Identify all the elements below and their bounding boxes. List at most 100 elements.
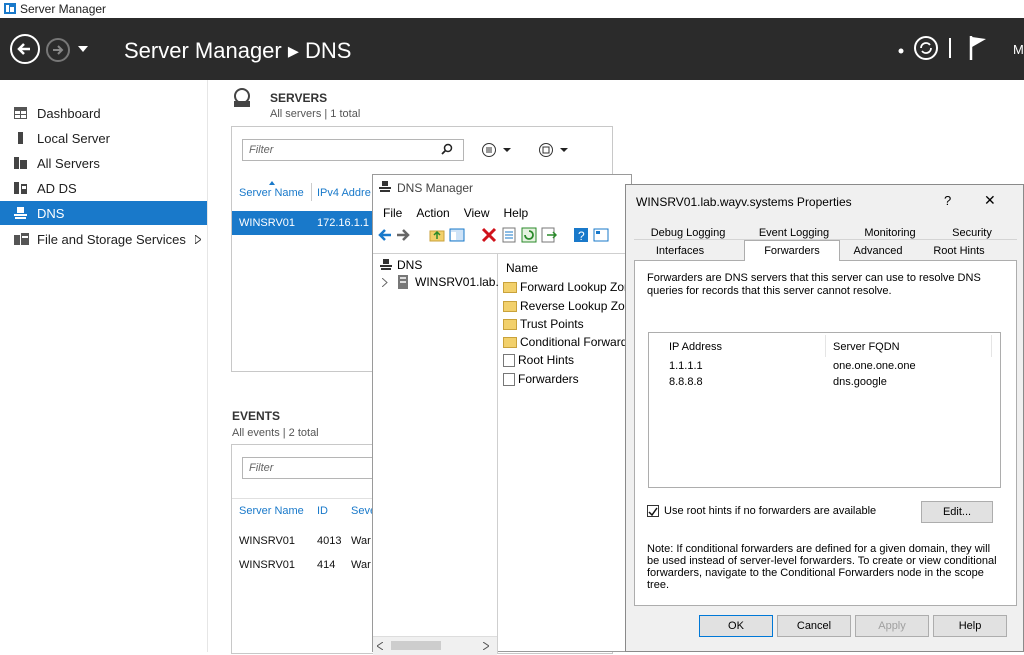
list-item[interactable]: Forward Lookup Zon	[503, 280, 631, 294]
dialog-close-button[interactable]: ✕	[984, 192, 996, 209]
expand-chevron-icon[interactable]	[382, 278, 388, 287]
table-row[interactable]: 8.8.8.8 dns.google	[649, 376, 1000, 391]
tab-forwarders[interactable]: Forwarders	[744, 240, 840, 261]
cancel-button[interactable]: Cancel	[777, 615, 851, 637]
menu-file[interactable]: File	[383, 206, 402, 220]
list-options-icon[interactable]	[481, 142, 515, 158]
server-ip-cell: 172.16.1.1	[317, 217, 369, 229]
forwarder-ip-cell: 8.8.8.8	[669, 376, 703, 388]
app-header: Server Manager ▸ DNS M	[0, 18, 1024, 80]
table-row[interactable]: WINSRV01 4013 War	[232, 531, 372, 551]
use-root-hints-checkbox[interactable]	[647, 505, 659, 517]
show-hide-tree-icon[interactable]	[449, 227, 465, 243]
ok-button[interactable]: OK	[699, 615, 773, 637]
list-item-label: Conditional Forwarde	[520, 335, 635, 349]
tab-event-logging[interactable]: Event Logging	[748, 227, 840, 239]
servers-col-server-name[interactable]: Server Name	[239, 187, 304, 199]
server-name-cell: WINSRV01	[239, 217, 296, 229]
list-item[interactable]: Root Hints	[503, 353, 574, 368]
use-root-hints-label[interactable]: Use root hints if no forwarders are avai…	[664, 505, 876, 517]
list-item[interactable]: Reverse Lookup Zon	[503, 299, 631, 313]
tab-security[interactable]: Security	[938, 227, 1006, 239]
list-item[interactable]: Trust Points	[503, 317, 584, 331]
dns-scope-tree: DNS WINSRV01.lab.	[373, 253, 499, 655]
history-dropdown-icon[interactable]	[78, 46, 88, 54]
servers-col-ipv4[interactable]: IPv4 Addre	[317, 187, 371, 199]
list-item-label: Forward Lookup Zon	[520, 280, 631, 294]
table-row[interactable]: 1.1.1.1 one.one.one.one	[649, 360, 1000, 375]
forwarders-list[interactable]: IP Address Server FQDN 1.1.1.1 one.one.o…	[648, 332, 1001, 488]
servers-title: SERVERS	[270, 91, 328, 105]
scroll-right-icon[interactable]	[483, 642, 489, 650]
sidebar-item-label: AD DS	[37, 181, 77, 196]
dns-menu-bar: File Action View Help	[383, 206, 542, 220]
sidebar-item-label: Local Server	[37, 131, 110, 146]
document-icon	[503, 354, 515, 368]
forward-button[interactable]	[46, 38, 70, 62]
events-subtitle: All events | 2 total	[232, 427, 319, 439]
sidebar-item-dashboard[interactable]: Dashboard	[0, 101, 207, 125]
tree-root-dns[interactable]: DNS	[397, 258, 422, 272]
up-folder-icon[interactable]	[429, 227, 445, 243]
forward-arrow-icon[interactable]	[395, 227, 411, 243]
menu-view[interactable]: View	[464, 206, 490, 220]
events-col-id[interactable]: ID	[317, 505, 328, 517]
folder-icon	[503, 319, 517, 331]
refresh-icon[interactable]	[521, 227, 537, 243]
menu-action[interactable]: Action	[416, 206, 449, 220]
col-ip-address[interactable]: IP Address	[669, 341, 722, 353]
chevron-right-icon[interactable]	[195, 235, 201, 244]
edit-button[interactable]: Edit...	[921, 501, 993, 523]
delete-icon[interactable]	[481, 227, 497, 243]
list-header-name[interactable]: Name	[506, 261, 538, 275]
properties-icon[interactable]	[501, 227, 517, 243]
apply-button[interactable]: Apply	[855, 615, 929, 637]
table-row[interactable]: WINSRV01 414 War	[232, 555, 372, 575]
tree-horizontal-scrollbar[interactable]	[373, 636, 497, 655]
events-col-server-name[interactable]: Server Name	[239, 505, 304, 517]
view-icon[interactable]	[593, 227, 609, 243]
dns-properties-dialog: WINSRV01.lab.wayv.systems Properties ? ✕…	[625, 184, 1024, 652]
sidebar-item-local-server[interactable]: Local Server	[0, 126, 207, 150]
col-server-fqdn[interactable]: Server FQDN	[833, 341, 900, 353]
folder-icon	[503, 282, 517, 294]
event-severity-cell: War	[351, 535, 371, 547]
servers-subtitle: All servers | 1 total	[270, 108, 361, 120]
dialog-help-button[interactable]: ?	[944, 193, 951, 208]
tab-advanced[interactable]: Advanced	[838, 245, 918, 257]
list-item[interactable]: Conditional Forwarde	[503, 335, 634, 349]
sidebar-item-all-servers[interactable]: All Servers	[0, 151, 207, 175]
tab-interfaces[interactable]: Interfaces	[642, 245, 718, 257]
table-row[interactable]: WINSRV01 172.16.1.1	[232, 211, 372, 235]
scroll-left-icon[interactable]	[377, 642, 383, 650]
sidebar-item-dns[interactable]: DNS	[0, 201, 207, 225]
column-divider	[991, 335, 992, 357]
sidebar: Dashboard Local Server All Servers AD DS…	[0, 80, 208, 652]
tab-monitoring[interactable]: Monitoring	[850, 227, 930, 239]
scroll-thumb[interactable]	[391, 641, 441, 650]
servers-icon	[14, 157, 27, 169]
save-query-icon[interactable]	[538, 142, 572, 158]
help-icon[interactable]: ?	[573, 227, 589, 243]
column-divider	[311, 183, 312, 201]
servers-filter-input[interactable]: Filter	[242, 139, 464, 161]
tab-debug-logging[interactable]: Debug Logging	[644, 227, 732, 239]
export-list-icon[interactable]	[541, 227, 557, 243]
help-button[interactable]: Help	[933, 615, 1007, 637]
search-icon[interactable]	[441, 143, 453, 155]
notifications-flag-icon[interactable]	[968, 34, 990, 62]
tab-root-hints[interactable]: Root Hints	[924, 245, 994, 257]
refresh-button[interactable]	[914, 36, 938, 60]
back-arrow-icon[interactable]	[377, 227, 393, 243]
menu-help[interactable]: Help	[504, 206, 529, 220]
refresh-dropdown-icon[interactable]	[898, 48, 904, 54]
sidebar-item-file-storage[interactable]: File and Storage Services	[0, 227, 207, 251]
dns-icon	[14, 207, 27, 219]
manage-menu[interactable]: M	[1013, 42, 1024, 57]
tree-node-server[interactable]: WINSRV01.lab.	[415, 275, 499, 289]
filter-placeholder: Filter	[249, 462, 274, 474]
dns-manager-icon	[379, 181, 391, 192]
back-button[interactable]	[10, 34, 40, 64]
list-item[interactable]: Forwarders	[503, 372, 579, 387]
sidebar-item-ad-ds[interactable]: AD DS	[0, 176, 207, 200]
